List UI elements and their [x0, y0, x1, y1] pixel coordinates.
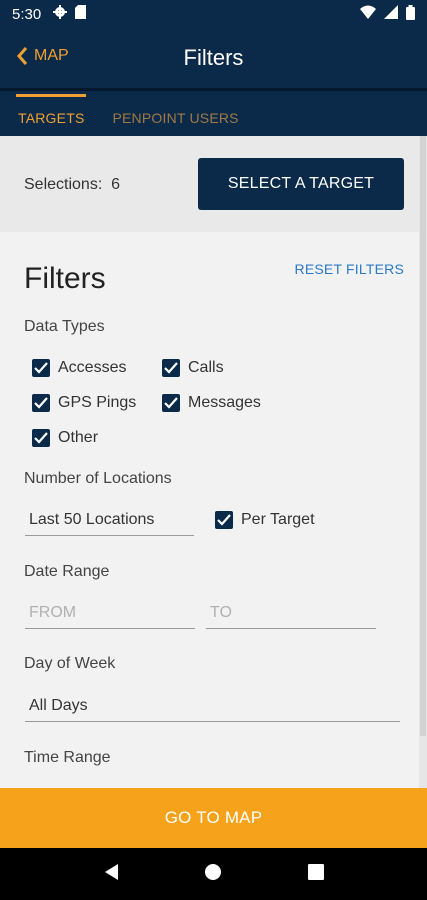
checkbox-checked-icon: [162, 394, 180, 412]
date-from-field[interactable]: FROM: [25, 604, 195, 629]
battery-icon: [406, 4, 415, 24]
data-types-label: Data Types: [24, 318, 105, 335]
wifi-icon: [360, 5, 376, 23]
filters-panel: Filters RESET FILTERS Data Types Accesse…: [0, 232, 419, 788]
gear-icon: [53, 5, 68, 23]
tab-targets[interactable]: TARGETS: [15, 94, 87, 136]
scrollbar[interactable]: [419, 136, 427, 788]
day-of-week-select[interactable]: All Days: [25, 697, 400, 722]
checkbox-label: Accesses: [58, 359, 127, 376]
app-bar: MAP Filters: [0, 28, 427, 88]
nav-home-icon[interactable]: [204, 863, 222, 886]
checkbox-messages[interactable]: Messages: [162, 394, 261, 412]
checkbox-label: Other: [58, 429, 99, 446]
checkbox-label: GPS Pings: [58, 394, 137, 411]
sd-card-icon: [75, 5, 87, 23]
date-range-label: Date Range: [24, 563, 110, 580]
checkbox-gps-pings[interactable]: GPS Pings: [32, 394, 136, 412]
locations-select[interactable]: Last 50 Locations: [25, 511, 194, 536]
checkbox-label: Per Target: [241, 511, 315, 528]
nav-back-icon[interactable]: [103, 863, 119, 886]
reset-filters-button[interactable]: RESET FILTERS: [295, 261, 404, 277]
checkbox-per-target[interactable]: Per Target: [215, 511, 315, 529]
status-bar: 5:30: [0, 0, 427, 28]
selections-count: Selections: 6: [24, 176, 120, 194]
chevron-left-icon: [17, 47, 28, 65]
checkbox-checked-icon: [215, 511, 233, 529]
checkbox-label: Messages: [188, 394, 261, 411]
go-to-map-button[interactable]: GO TO MAP: [0, 788, 427, 848]
tab-bar: TARGETS PENPOINT USERS: [0, 88, 427, 136]
signal-icon: [384, 5, 398, 23]
day-of-week-label: Day of Week: [24, 655, 116, 672]
checkbox-checked-icon: [32, 359, 50, 377]
status-time: 5:30: [12, 5, 42, 23]
checkbox-checked-icon: [32, 394, 50, 412]
selections-value: 6: [111, 176, 121, 193]
filters-heading: Filters: [24, 262, 106, 295]
selections-label: Selections:: [24, 176, 103, 193]
nav-recents-icon[interactable]: [308, 863, 325, 885]
selection-bar: Selections: 6 SELECT A TARGET: [0, 136, 419, 232]
time-range-label: Time Range: [24, 749, 111, 766]
checkbox-label: Calls: [188, 359, 224, 376]
back-label: MAP: [34, 47, 69, 64]
locations-label: Number of Locations: [24, 470, 172, 487]
checkbox-checked-icon: [32, 429, 50, 447]
checkbox-other[interactable]: Other: [32, 429, 98, 447]
date-to-field[interactable]: TO: [206, 604, 376, 629]
checkbox-checked-icon: [162, 359, 180, 377]
checkbox-accesses[interactable]: Accesses: [32, 359, 126, 377]
back-button[interactable]: MAP: [16, 46, 69, 66]
system-nav-bar: [0, 848, 427, 900]
tab-penpoint-users[interactable]: PENPOINT USERS: [112, 110, 238, 136]
scrollbar-thumb[interactable]: [420, 136, 426, 736]
select-target-button[interactable]: SELECT A TARGET: [198, 158, 404, 210]
checkbox-calls[interactable]: Calls: [162, 359, 224, 377]
